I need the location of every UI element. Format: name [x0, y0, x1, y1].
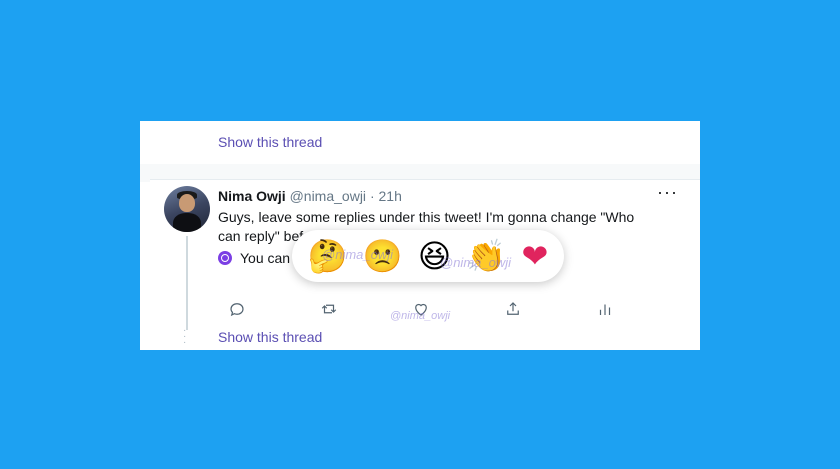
retweet-icon[interactable]: [320, 300, 344, 324]
watermark-left: @nima_owji: [322, 247, 393, 262]
previous-thread-section: Show this thread: [150, 121, 692, 165]
tweet-time[interactable]: 21h: [379, 188, 402, 204]
show-thread-link-bottom[interactable]: Show this thread: [218, 329, 322, 345]
reply-notice-text: You can: [240, 250, 291, 266]
author-name[interactable]: Nima Owji: [218, 188, 286, 204]
reply-icon[interactable]: [228, 300, 252, 324]
show-thread-link-top[interactable]: Show this thread: [218, 134, 322, 150]
reaction-heart-icon[interactable]: ❤: [522, 230, 549, 282]
watermark-actions: @nima_owji: [390, 310, 451, 322]
tweet-header: Nima Owji @nima_owji · 21h: [218, 188, 402, 204]
reply-restriction-notice: You can: [218, 250, 290, 266]
more-options-icon[interactable]: ···: [657, 182, 678, 203]
avatar[interactable]: [164, 186, 210, 232]
thread-dots: · · ·: [183, 325, 187, 348]
thread-line: [186, 236, 188, 330]
analytics-icon[interactable]: [596, 300, 620, 324]
watermark-right: @nima_owji: [440, 255, 511, 270]
share-icon[interactable]: [504, 300, 528, 324]
author-handle[interactable]: @nima_owji: [290, 188, 366, 204]
separator: ·: [369, 188, 375, 204]
at-icon: [218, 251, 232, 265]
